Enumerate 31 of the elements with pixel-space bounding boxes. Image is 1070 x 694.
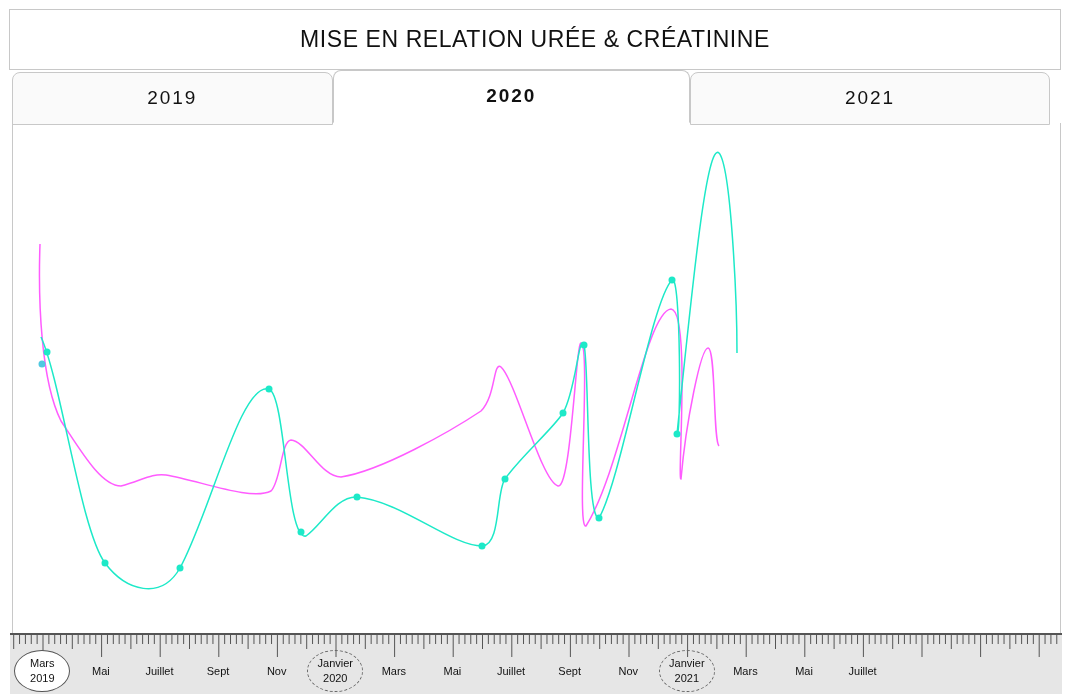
data-point — [673, 430, 681, 438]
data-point — [668, 276, 676, 284]
month-label: Nov — [266, 663, 287, 679]
data-point — [297, 528, 305, 536]
year-tab[interactable]: 2020 — [332, 70, 690, 123]
month-label: Mai — [443, 663, 462, 679]
year-marker: Mars 2019 — [14, 650, 71, 692]
month-label: Mars — [733, 663, 758, 679]
month-label: Juillet — [497, 663, 526, 679]
month-label: Mai — [92, 663, 110, 679]
data-point — [38, 360, 46, 368]
data-point — [265, 385, 273, 393]
data-point — [595, 514, 603, 522]
month-label: Mars — [381, 663, 407, 679]
chart-title: MISE EN RELATION URÉE & CRÉATININE — [9, 9, 1061, 70]
data-point — [580, 341, 588, 349]
month-label: Nov — [618, 663, 638, 679]
month-label: Sept — [558, 663, 581, 679]
month-label: Juillet — [145, 663, 174, 679]
data-point — [101, 559, 109, 567]
year-tab[interactable]: 2019 — [12, 72, 333, 125]
data-point — [559, 409, 567, 417]
data-point — [501, 475, 509, 483]
month-label: Sept — [206, 663, 230, 679]
year-tab[interactable]: 2021 — [689, 72, 1050, 125]
data-point — [353, 493, 361, 501]
data-point — [43, 348, 51, 356]
data-point — [176, 564, 184, 572]
month-label: Juillet — [848, 663, 877, 679]
month-label: Mai — [795, 663, 813, 679]
data-point — [478, 542, 486, 550]
